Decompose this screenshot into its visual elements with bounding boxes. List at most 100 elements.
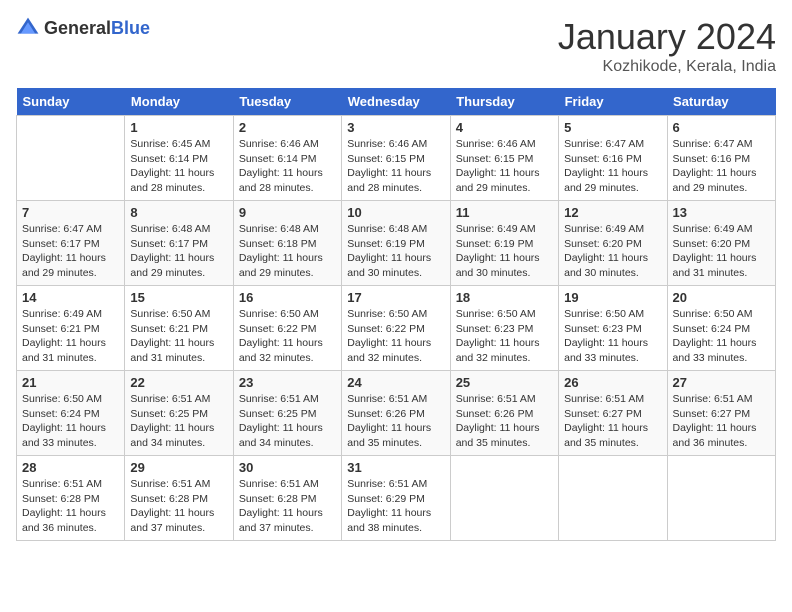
logo-text-blue: Blue <box>111 18 150 38</box>
day-number: 29 <box>130 460 227 475</box>
cell-sunrise: Sunrise: 6:51 AMSunset: 6:28 PMDaylight:… <box>239 478 323 534</box>
calendar-cell <box>450 456 558 541</box>
calendar-header-row: SundayMondayTuesdayWednesdayThursdayFrid… <box>17 88 776 116</box>
calendar-cell <box>559 456 667 541</box>
cell-sunrise: Sunrise: 6:50 AMSunset: 6:24 PMDaylight:… <box>673 308 757 364</box>
cell-sunrise: Sunrise: 6:47 AMSunset: 6:17 PMDaylight:… <box>22 223 106 279</box>
day-number: 25 <box>456 375 553 390</box>
calendar-cell: 7 Sunrise: 6:47 AMSunset: 6:17 PMDayligh… <box>17 201 125 286</box>
cell-sunrise: Sunrise: 6:51 AMSunset: 6:28 PMDaylight:… <box>130 478 214 534</box>
calendar-cell: 2 Sunrise: 6:46 AMSunset: 6:14 PMDayligh… <box>233 116 341 201</box>
calendar-week-row: 28 Sunrise: 6:51 AMSunset: 6:28 PMDaylig… <box>17 456 776 541</box>
logo: GeneralBlue <box>16 16 150 40</box>
day-number: 26 <box>564 375 661 390</box>
day-number: 21 <box>22 375 119 390</box>
calendar-cell: 19 Sunrise: 6:50 AMSunset: 6:23 PMDaylig… <box>559 286 667 371</box>
calendar-cell: 20 Sunrise: 6:50 AMSunset: 6:24 PMDaylig… <box>667 286 775 371</box>
calendar-week-row: 14 Sunrise: 6:49 AMSunset: 6:21 PMDaylig… <box>17 286 776 371</box>
day-number: 13 <box>673 205 770 220</box>
day-number: 12 <box>564 205 661 220</box>
cell-sunrise: Sunrise: 6:48 AMSunset: 6:17 PMDaylight:… <box>130 223 214 279</box>
cell-sunrise: Sunrise: 6:51 AMSunset: 6:25 PMDaylight:… <box>239 393 323 449</box>
header: GeneralBlue January 2024 Kozhikode, Kera… <box>16 16 776 76</box>
day-number: 2 <box>239 120 336 135</box>
calendar-cell: 9 Sunrise: 6:48 AMSunset: 6:18 PMDayligh… <box>233 201 341 286</box>
day-number: 16 <box>239 290 336 305</box>
cell-sunrise: Sunrise: 6:50 AMSunset: 6:22 PMDaylight:… <box>239 308 323 364</box>
cell-sunrise: Sunrise: 6:47 AMSunset: 6:16 PMDaylight:… <box>564 138 648 194</box>
calendar-cell: 15 Sunrise: 6:50 AMSunset: 6:21 PMDaylig… <box>125 286 233 371</box>
cell-sunrise: Sunrise: 6:51 AMSunset: 6:27 PMDaylight:… <box>673 393 757 449</box>
cell-sunrise: Sunrise: 6:46 AMSunset: 6:15 PMDaylight:… <box>347 138 431 194</box>
day-number: 7 <box>22 205 119 220</box>
cell-sunrise: Sunrise: 6:46 AMSunset: 6:14 PMDaylight:… <box>239 138 323 194</box>
cell-sunrise: Sunrise: 6:50 AMSunset: 6:23 PMDaylight:… <box>456 308 540 364</box>
day-number: 30 <box>239 460 336 475</box>
day-number: 3 <box>347 120 444 135</box>
calendar-cell: 23 Sunrise: 6:51 AMSunset: 6:25 PMDaylig… <box>233 371 341 456</box>
calendar-cell: 12 Sunrise: 6:49 AMSunset: 6:20 PMDaylig… <box>559 201 667 286</box>
calendar-cell: 25 Sunrise: 6:51 AMSunset: 6:26 PMDaylig… <box>450 371 558 456</box>
calendar-table: SundayMondayTuesdayWednesdayThursdayFrid… <box>16 88 776 541</box>
calendar-cell: 29 Sunrise: 6:51 AMSunset: 6:28 PMDaylig… <box>125 456 233 541</box>
day-number: 23 <box>239 375 336 390</box>
calendar-cell: 4 Sunrise: 6:46 AMSunset: 6:15 PMDayligh… <box>450 116 558 201</box>
cell-sunrise: Sunrise: 6:49 AMSunset: 6:19 PMDaylight:… <box>456 223 540 279</box>
calendar-cell: 31 Sunrise: 6:51 AMSunset: 6:29 PMDaylig… <box>342 456 450 541</box>
calendar-cell: 5 Sunrise: 6:47 AMSunset: 6:16 PMDayligh… <box>559 116 667 201</box>
calendar-cell: 16 Sunrise: 6:50 AMSunset: 6:22 PMDaylig… <box>233 286 341 371</box>
cell-sunrise: Sunrise: 6:48 AMSunset: 6:19 PMDaylight:… <box>347 223 431 279</box>
day-number: 11 <box>456 205 553 220</box>
column-header-monday: Monday <box>125 88 233 116</box>
cell-sunrise: Sunrise: 6:51 AMSunset: 6:25 PMDaylight:… <box>130 393 214 449</box>
column-header-friday: Friday <box>559 88 667 116</box>
calendar-cell: 10 Sunrise: 6:48 AMSunset: 6:19 PMDaylig… <box>342 201 450 286</box>
calendar-cell: 11 Sunrise: 6:49 AMSunset: 6:19 PMDaylig… <box>450 201 558 286</box>
cell-sunrise: Sunrise: 6:49 AMSunset: 6:20 PMDaylight:… <box>564 223 648 279</box>
column-header-saturday: Saturday <box>667 88 775 116</box>
cell-sunrise: Sunrise: 6:45 AMSunset: 6:14 PMDaylight:… <box>130 138 214 194</box>
logo-text-general: General <box>44 18 111 38</box>
calendar-week-row: 1 Sunrise: 6:45 AMSunset: 6:14 PMDayligh… <box>17 116 776 201</box>
calendar-cell: 13 Sunrise: 6:49 AMSunset: 6:20 PMDaylig… <box>667 201 775 286</box>
calendar-body: 1 Sunrise: 6:45 AMSunset: 6:14 PMDayligh… <box>17 116 776 541</box>
cell-sunrise: Sunrise: 6:51 AMSunset: 6:26 PMDaylight:… <box>456 393 540 449</box>
cell-sunrise: Sunrise: 6:51 AMSunset: 6:27 PMDaylight:… <box>564 393 648 449</box>
cell-sunrise: Sunrise: 6:47 AMSunset: 6:16 PMDaylight:… <box>673 138 757 194</box>
day-number: 18 <box>456 290 553 305</box>
calendar-cell: 3 Sunrise: 6:46 AMSunset: 6:15 PMDayligh… <box>342 116 450 201</box>
day-number: 10 <box>347 205 444 220</box>
cell-sunrise: Sunrise: 6:50 AMSunset: 6:24 PMDaylight:… <box>22 393 106 449</box>
column-header-wednesday: Wednesday <box>342 88 450 116</box>
day-number: 19 <box>564 290 661 305</box>
month-title: January 2024 <box>558 16 776 58</box>
calendar-cell: 1 Sunrise: 6:45 AMSunset: 6:14 PMDayligh… <box>125 116 233 201</box>
column-header-thursday: Thursday <box>450 88 558 116</box>
day-number: 4 <box>456 120 553 135</box>
location: Kozhikode, Kerala, India <box>558 58 776 76</box>
cell-sunrise: Sunrise: 6:51 AMSunset: 6:28 PMDaylight:… <box>22 478 106 534</box>
calendar-cell: 18 Sunrise: 6:50 AMSunset: 6:23 PMDaylig… <box>450 286 558 371</box>
calendar-cell: 22 Sunrise: 6:51 AMSunset: 6:25 PMDaylig… <box>125 371 233 456</box>
day-number: 24 <box>347 375 444 390</box>
day-number: 6 <box>673 120 770 135</box>
column-header-tuesday: Tuesday <box>233 88 341 116</box>
day-number: 14 <box>22 290 119 305</box>
cell-sunrise: Sunrise: 6:50 AMSunset: 6:23 PMDaylight:… <box>564 308 648 364</box>
calendar-cell <box>17 116 125 201</box>
calendar-cell: 8 Sunrise: 6:48 AMSunset: 6:17 PMDayligh… <box>125 201 233 286</box>
calendar-cell: 30 Sunrise: 6:51 AMSunset: 6:28 PMDaylig… <box>233 456 341 541</box>
day-number: 8 <box>130 205 227 220</box>
cell-sunrise: Sunrise: 6:50 AMSunset: 6:22 PMDaylight:… <box>347 308 431 364</box>
cell-sunrise: Sunrise: 6:46 AMSunset: 6:15 PMDaylight:… <box>456 138 540 194</box>
cell-sunrise: Sunrise: 6:49 AMSunset: 6:21 PMDaylight:… <box>22 308 106 364</box>
calendar-cell: 26 Sunrise: 6:51 AMSunset: 6:27 PMDaylig… <box>559 371 667 456</box>
calendar-week-row: 21 Sunrise: 6:50 AMSunset: 6:24 PMDaylig… <box>17 371 776 456</box>
day-number: 27 <box>673 375 770 390</box>
day-number: 15 <box>130 290 227 305</box>
title-area: January 2024 Kozhikode, Kerala, India <box>558 16 776 76</box>
calendar-cell: 28 Sunrise: 6:51 AMSunset: 6:28 PMDaylig… <box>17 456 125 541</box>
cell-sunrise: Sunrise: 6:51 AMSunset: 6:29 PMDaylight:… <box>347 478 431 534</box>
cell-sunrise: Sunrise: 6:48 AMSunset: 6:18 PMDaylight:… <box>239 223 323 279</box>
logo-icon <box>16 16 40 40</box>
